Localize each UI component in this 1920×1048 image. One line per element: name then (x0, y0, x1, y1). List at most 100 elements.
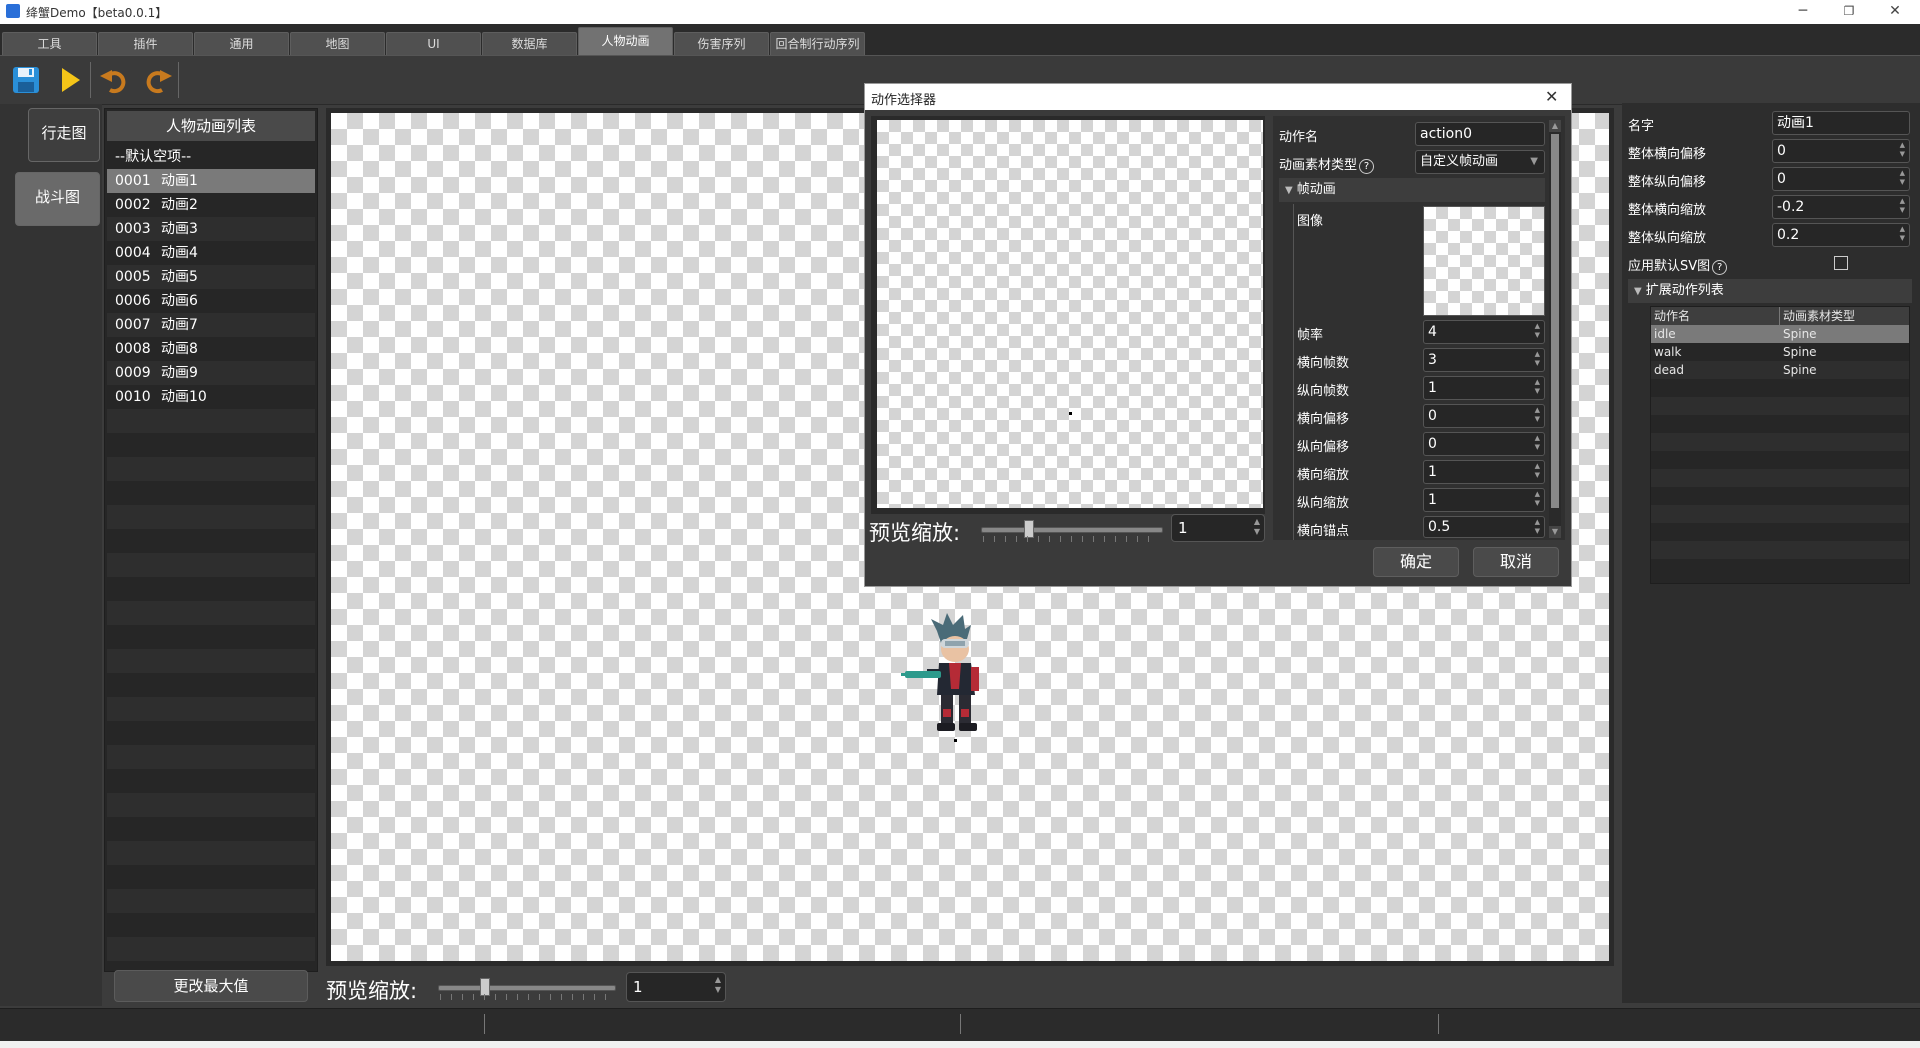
tab-ui[interactable]: UI (386, 32, 481, 55)
dialog-close-icon[interactable]: ✕ (1545, 87, 1558, 106)
status-divider (1438, 1014, 1439, 1034)
spin-arrows-icon[interactable]: ▲ ▼ (1900, 225, 1905, 243)
play-icon[interactable] (54, 64, 86, 96)
h-scale-spinbox[interactable]: 1 ▲ ▼ (1423, 460, 1545, 484)
change-max-button[interactable]: 更改最大值 (114, 970, 308, 1002)
side-tab-battle[interactable]: 战斗图 (15, 172, 100, 226)
tab-general[interactable]: 通用 (194, 32, 289, 55)
tab-character-animation[interactable]: 人物动画 (578, 27, 673, 55)
name-field[interactable]: 动画1 (1772, 111, 1910, 135)
spin-arrows-icon[interactable]: ▲ ▼ (1900, 141, 1905, 159)
spin-arrows-icon[interactable]: ▲ ▼ (1900, 197, 1905, 215)
offset-y-label: 整体纵向偏移 (1628, 175, 1707, 190)
field-value: 动画1 (1777, 115, 1814, 131)
list-item-label: 动画1 (161, 173, 198, 189)
scrollbar-thumb[interactable] (1551, 134, 1559, 508)
cancel-button[interactable]: 取消 (1473, 547, 1559, 577)
list-item[interactable]: 0008 动画8 (107, 337, 315, 361)
list-item[interactable]: 0009 动画9 (107, 361, 315, 385)
dialog-zoom-slider[interactable] (981, 520, 1163, 542)
spin-arrows-icon[interactable]: ▲ ▼ (1535, 490, 1540, 508)
frame-animation-section-header[interactable]: ▼ 帧动画 (1279, 178, 1545, 202)
tab-tools[interactable]: 工具 (2, 32, 97, 55)
list-item[interactable]: 0005 动画5 (107, 265, 315, 289)
close-window-button[interactable]: ✕ (1872, 0, 1918, 24)
material-type-label: 动画素材类型? (1279, 154, 1375, 174)
ext-actions-section-header[interactable]: ▼ 扩展动作列表 (1628, 279, 1912, 303)
h-scale-label: 横向缩放 (1297, 468, 1350, 483)
spin-arrows-icon[interactable]: ▲ ▼ (1535, 350, 1540, 368)
h-frames-spinbox[interactable]: 3 ▲ ▼ (1423, 348, 1545, 372)
h-anchor-spinbox[interactable]: 0.5 ▲ ▼ (1423, 516, 1545, 538)
spin-arrows-icon[interactable]: ▲ ▼ (1535, 434, 1540, 452)
tab-map[interactable]: 地图 (290, 32, 385, 55)
list-item-label: 动画8 (161, 341, 198, 357)
material-type-select[interactable]: 自定义帧动画 ▼ (1415, 150, 1545, 174)
table-header-row: 动作名 动画素材类型 (1651, 307, 1909, 325)
spin-arrows-icon[interactable]: ▲ ▼ (1900, 169, 1905, 187)
v-offset-spinbox[interactable]: 0 ▲ ▼ (1423, 432, 1545, 456)
list-item[interactable]: 0001 动画1 (107, 169, 315, 193)
spin-arrows-icon[interactable]: ▲ ▼ (1254, 517, 1260, 537)
tab-turn-action-sequence[interactable]: 回合制行动序列 (770, 32, 865, 55)
image-picker[interactable] (1423, 206, 1545, 316)
spin-arrows-icon[interactable]: ▲ ▼ (1535, 462, 1540, 480)
dialog-scrollbar[interactable]: ▲ ▼ (1549, 120, 1561, 538)
field-value: 4 (1428, 324, 1437, 340)
table-row[interactable]: walk Spine (1651, 343, 1909, 361)
spin-arrows-icon[interactable]: ▲ ▼ (715, 975, 721, 995)
tab-damage-sequence[interactable]: 伤害序列 (674, 32, 769, 55)
action-name-field[interactable]: action0 (1415, 122, 1545, 146)
spin-arrows-icon[interactable]: ▲ ▼ (1535, 378, 1540, 396)
list-item[interactable]: 0006 动画6 (107, 289, 315, 313)
column-header-material-type[interactable]: 动画素材类型 (1783, 307, 1855, 325)
save-icon[interactable] (10, 64, 42, 96)
help-icon[interactable]: ? (1712, 260, 1728, 275)
offset-y-spinbox[interactable]: 0 ▲ ▼ (1772, 167, 1910, 191)
undo-icon[interactable] (98, 64, 130, 96)
field-value: 0.2 (1777, 227, 1800, 243)
tab-database[interactable]: 数据库 (482, 32, 577, 55)
tab-plugins[interactable]: 插件 (98, 32, 193, 55)
preview-zoom-spinbox[interactable]: 1 ▲ ▼ (626, 972, 726, 1002)
minimize-button[interactable]: ─ (1780, 0, 1826, 24)
list-item[interactable]: 0007 动画7 (107, 313, 315, 337)
list-item[interactable]: 0002 动画2 (107, 193, 315, 217)
v-frames-spinbox[interactable]: 1 ▲ ▼ (1423, 376, 1545, 400)
column-header-action-name[interactable]: 动作名 (1654, 307, 1690, 325)
default-sv-checkbox[interactable] (1834, 256, 1848, 270)
ok-button[interactable]: 确定 (1373, 547, 1459, 577)
list-item[interactable]: 0003 动画3 (107, 217, 315, 241)
list-item-default[interactable]: --默认空项-- (107, 145, 315, 169)
spinbox-value: 1 (1178, 519, 1188, 537)
spin-arrows-icon[interactable]: ▲ ▼ (1535, 406, 1540, 424)
list-item[interactable]: 0010 动画10 (107, 385, 315, 409)
list-item-number: 0007 (115, 317, 151, 333)
offset-x-spinbox[interactable]: 0 ▲ ▼ (1772, 139, 1910, 163)
side-tab-walk[interactable]: 行走图 (28, 108, 100, 162)
spin-arrows-icon[interactable]: ▲ ▼ (1535, 322, 1540, 340)
status-divider (960, 1014, 961, 1034)
cell-action-name: dead (1654, 363, 1684, 377)
h-offset-spinbox[interactable]: 0 ▲ ▼ (1423, 404, 1545, 428)
table-row[interactable]: idle Spine (1651, 325, 1909, 343)
list-item[interactable]: 0004 动画4 (107, 241, 315, 265)
redo-icon[interactable] (142, 64, 174, 96)
preview-zoom-slider[interactable] (438, 978, 616, 1000)
frame-rate-spinbox[interactable]: 4 ▲ ▼ (1423, 320, 1545, 344)
table-row[interactable]: dead Spine (1651, 361, 1909, 379)
field-value: 0 (1777, 171, 1786, 187)
scale-x-spinbox[interactable]: -0.2 ▲ ▼ (1772, 195, 1910, 219)
scroll-down-icon[interactable]: ▼ (1549, 526, 1561, 538)
help-icon[interactable]: ? (1359, 159, 1375, 174)
list-empty-row (107, 937, 315, 961)
field-value: 3 (1428, 352, 1437, 368)
restore-button[interactable]: ❐ (1826, 0, 1872, 24)
v-scale-spinbox[interactable]: 1 ▲ ▼ (1423, 488, 1545, 512)
scale-y-spinbox[interactable]: 0.2 ▲ ▼ (1772, 223, 1910, 247)
dialog-zoom-spinbox[interactable]: 1 ▲ ▼ (1171, 514, 1265, 542)
list-empty-row (107, 745, 315, 769)
dialog-preview-canvas[interactable] (877, 120, 1263, 508)
scroll-up-icon[interactable]: ▲ (1549, 120, 1561, 132)
spin-arrows-icon[interactable]: ▲ ▼ (1535, 518, 1540, 536)
